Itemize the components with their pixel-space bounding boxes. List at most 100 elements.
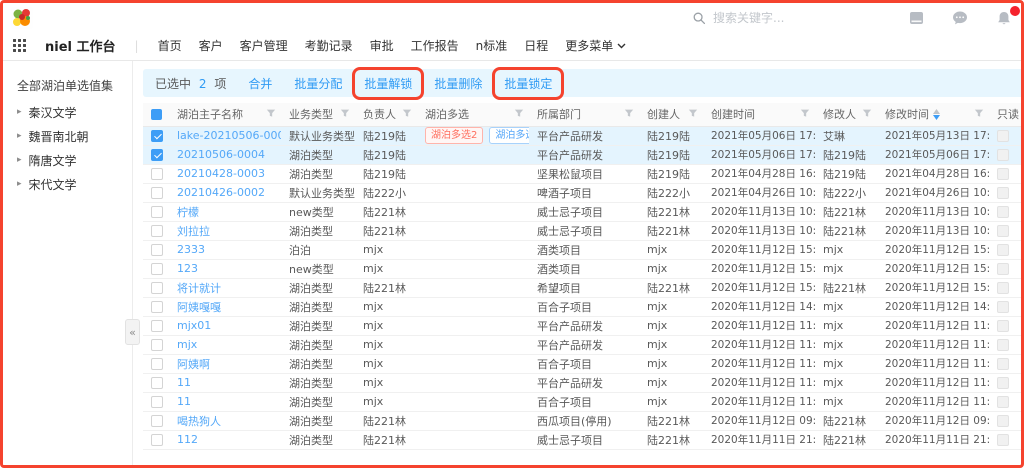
table-row[interactable]: 阿姨嘎嘎 湖泊类型 mjx 百合子项目 mjx 2020年11月12日 14:3…	[143, 297, 1024, 316]
row-checkbox[interactable]	[151, 225, 163, 237]
nav-item-工作报告[interactable]: 工作报告	[411, 37, 459, 54]
column-header[interactable]: 负责人	[355, 103, 417, 126]
nav-item-首页[interactable]: 首页	[158, 37, 182, 54]
toolbar-action[interactable]: 批量分配	[294, 77, 342, 91]
table-row[interactable]: 20210506-0004 湖泊类型 陆219陆 平台产品研发 陆219陆 20…	[143, 145, 1024, 164]
column-header[interactable]: 业务类型	[281, 103, 355, 126]
row-checkbox[interactable]	[151, 206, 163, 218]
filter-icon[interactable]	[340, 108, 350, 121]
lake-name-link[interactable]: 将计就计	[177, 282, 221, 295]
column-header[interactable]: 只读	[989, 103, 1024, 126]
lake-name-link[interactable]: 柠檬	[177, 206, 199, 219]
app-logo-icon[interactable]	[11, 7, 33, 29]
table-row[interactable]: 123 new类型 mjx 酒类项目 mjx 2020年11月12日 15:25…	[143, 259, 1024, 278]
row-checkbox[interactable]	[151, 358, 163, 370]
sidebar-tree-item[interactable]: ▸ 魏晋南北朝	[17, 128, 132, 144]
book-icon[interactable]	[907, 10, 925, 26]
table-row[interactable]: 刘拉拉 湖泊类型 陆221林 威士忌子项目 陆221林 2020年11月13日 …	[143, 221, 1024, 240]
select-all-checkbox[interactable]	[151, 109, 162, 120]
table-row[interactable]: 阿姨啊 湖泊类型 mjx 百合子项目 mjx 2020年11月12日 11:16…	[143, 354, 1024, 373]
filter-icon[interactable]	[862, 108, 872, 121]
filter-icon[interactable]	[688, 108, 698, 121]
toolbar-action[interactable]: 批量删除	[434, 77, 482, 91]
nav-item-考勤记录[interactable]: 考勤记录	[305, 37, 353, 54]
sidebar-tree-item[interactable]: ▸ 宋代文学	[17, 176, 132, 192]
toolbar-action[interactable]: 批量锁定	[504, 77, 552, 91]
table-row[interactable]: 将计就计 湖泊类型 陆221林 希望项目 陆221林 2020年11月12日 1…	[143, 278, 1024, 297]
lake-name-link[interactable]: 112	[177, 433, 198, 446]
expand-arrow-icon[interactable]: ▸	[17, 180, 22, 189]
lake-name-link[interactable]: 11	[177, 376, 191, 389]
table-row[interactable]: 20210426-0002 默认业务类型 陆222小 啤酒子项目 陆222小 2…	[143, 183, 1024, 202]
lake-name-link[interactable]: mjx	[177, 338, 197, 351]
nav-item-客户[interactable]: 客户	[199, 37, 223, 54]
lake-name-link[interactable]: 阿姨啊	[177, 358, 210, 371]
row-checkbox[interactable]	[151, 130, 163, 142]
lake-name-link[interactable]: 20210428-0003	[177, 167, 265, 180]
column-header[interactable]: 修改人	[815, 103, 877, 126]
sidebar-tree-item[interactable]: ▸ 秦汉文学	[17, 104, 132, 120]
row-checkbox[interactable]	[151, 244, 163, 256]
sidebar-tree-item[interactable]: ▸ 隋唐文学	[17, 152, 132, 168]
table-row[interactable]: 柠檬 new类型 陆221林 威士忌子项目 陆221林 2020年11月13日 …	[143, 202, 1024, 221]
row-checkbox[interactable]	[151, 149, 163, 161]
row-checkbox[interactable]	[151, 282, 163, 294]
table-row[interactable]: mjx01 湖泊类型 mjx 平台产品研发 mjx 2020年11月12日 11…	[143, 316, 1024, 335]
table-row[interactable]: 112 湖泊类型 陆221林 威士忌子项目 陆221林 2020年11月11日 …	[143, 430, 1024, 449]
nav-more-menu[interactable]: 更多菜单	[565, 37, 626, 54]
nav-item-n标准[interactable]: n标准	[476, 37, 508, 54]
column-header[interactable]: 修改时间	[877, 103, 989, 126]
expand-arrow-icon[interactable]: ▸	[17, 132, 22, 141]
lake-name-link[interactable]: 2333	[177, 243, 205, 256]
filter-icon[interactable]	[800, 108, 810, 121]
filter-icon[interactable]	[514, 108, 524, 121]
row-checkbox[interactable]	[151, 168, 163, 180]
lake-name-link[interactable]: 123	[177, 262, 198, 275]
row-checkbox[interactable]	[151, 396, 163, 408]
lake-name-link[interactable]: 刘拉拉	[177, 225, 210, 238]
table-row[interactable]: 2333 泊泊 mjx 酒类项目 mjx 2020年11月12日 15:25 m…	[143, 240, 1024, 259]
lake-name-link[interactable]: mjx01	[177, 319, 211, 332]
apps-grid-icon[interactable]	[13, 39, 26, 52]
lake-name-link[interactable]: 阿姨嘎嘎	[177, 301, 221, 314]
row-checkbox[interactable]	[151, 339, 163, 351]
table-row[interactable]: lake-20210506-0005 默认业务类型 陆219陆 湖泊多选2湖泊多…	[143, 126, 1024, 145]
row-checkbox[interactable]	[151, 187, 163, 199]
column-header[interactable]: 创建时间	[703, 103, 815, 126]
table-row[interactable]: 11 湖泊类型 mjx 平台产品研发 mjx 2020年11月12日 11:11…	[143, 373, 1024, 392]
row-checkbox[interactable]	[151, 301, 163, 313]
filter-icon[interactable]	[974, 108, 984, 121]
column-header[interactable]: 创建人	[639, 103, 703, 126]
lake-name-link[interactable]: 11	[177, 395, 191, 408]
row-checkbox[interactable]	[151, 320, 163, 332]
table-row[interactable]: 11 湖泊类型 mjx 百合子项目 mjx 2020年11月12日 11:04 …	[143, 392, 1024, 411]
table-row[interactable]: 20210428-0003 湖泊类型 陆219陆 坚果松鼠项目 陆219陆 20…	[143, 164, 1024, 183]
lake-name-link[interactable]: 喝热狗人	[177, 415, 221, 428]
nav-item-日程[interactable]: 日程	[524, 37, 548, 54]
filter-icon[interactable]	[402, 108, 412, 121]
column-header[interactable]: 湖泊主子名称	[169, 103, 281, 126]
toolbar-action[interactable]: 合并	[248, 77, 272, 91]
lake-name-link[interactable]: lake-20210506-0005	[177, 129, 281, 142]
sidebar-collapse-handle[interactable]: «	[125, 319, 140, 345]
table-row[interactable]: mjx 湖泊类型 mjx 平台产品研发 mjx 2020年11月12日 11:4…	[143, 335, 1024, 354]
column-header[interactable]: 湖泊多选	[417, 103, 529, 126]
select-all-header[interactable]	[143, 103, 169, 126]
filter-icon[interactable]	[624, 108, 634, 121]
message-icon[interactable]	[951, 10, 969, 26]
row-checkbox[interactable]	[151, 377, 163, 389]
bell-icon[interactable]	[995, 10, 1013, 26]
row-checkbox[interactable]	[151, 263, 163, 275]
column-header[interactable]: 所属部门	[529, 103, 639, 126]
filter-icon[interactable]	[266, 108, 276, 121]
expand-arrow-icon[interactable]: ▸	[17, 108, 22, 117]
lake-name-link[interactable]: 20210506-0004	[177, 148, 265, 161]
row-checkbox[interactable]	[151, 415, 163, 427]
table-row[interactable]: 喝热狗人 湖泊类型 陆221林 西瓜项目(停用) 陆221林 2020年11月1…	[143, 411, 1024, 430]
toolbar-action[interactable]: 批量解锁	[364, 77, 412, 91]
lake-name-link[interactable]: 20210426-0002	[177, 186, 265, 199]
search-input[interactable]	[713, 11, 831, 25]
expand-arrow-icon[interactable]: ▸	[17, 156, 22, 165]
nav-item-审批[interactable]: 审批	[370, 37, 394, 54]
sort-icon[interactable]	[933, 109, 940, 120]
